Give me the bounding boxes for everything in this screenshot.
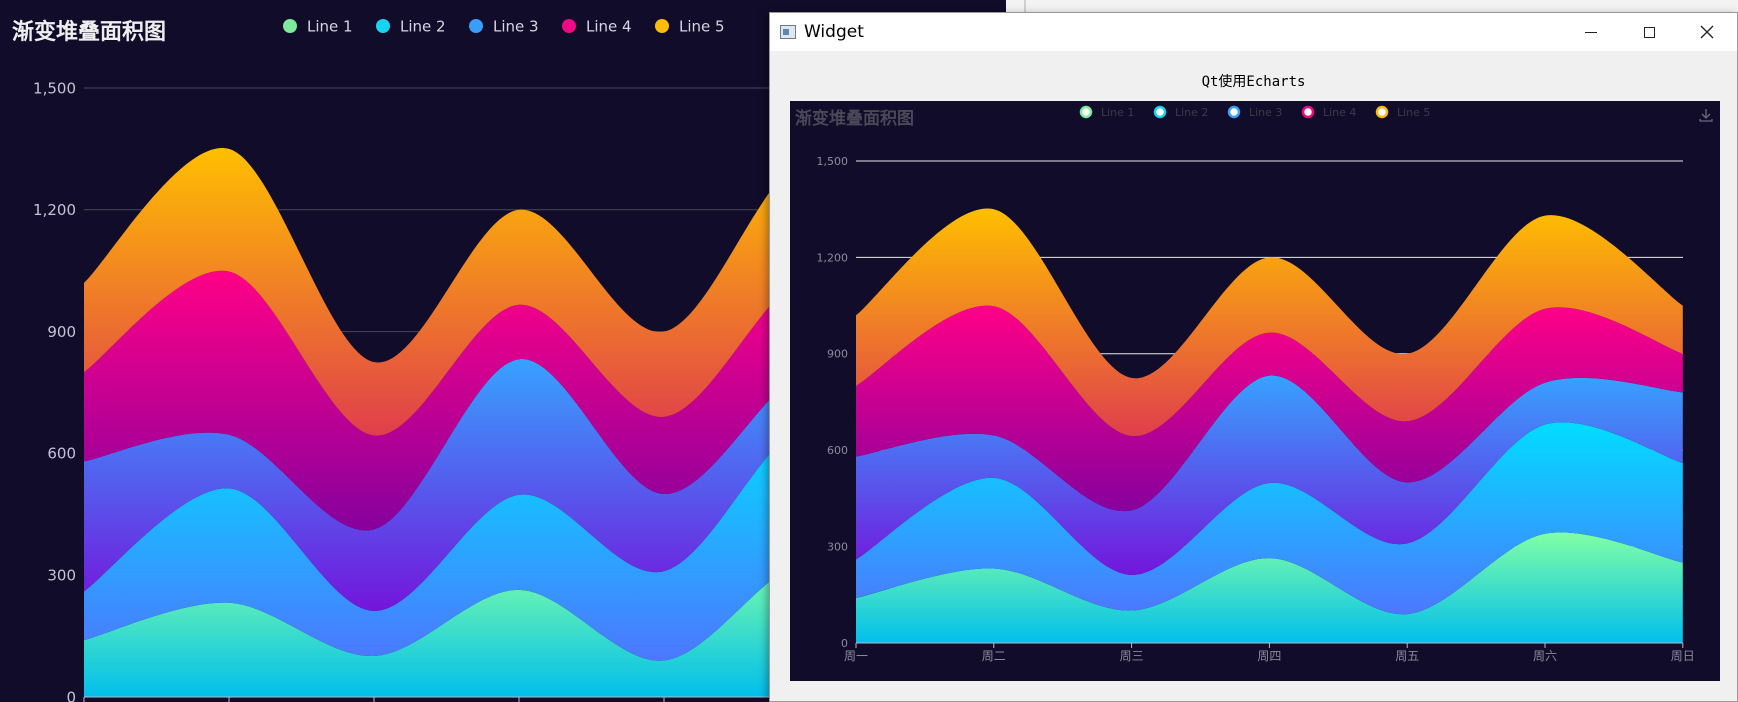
legend-label[interactable]: Line 5	[679, 17, 725, 35]
minimize-icon	[1585, 31, 1597, 33]
legend-label[interactable]: Line 1	[1101, 106, 1134, 119]
legend-label[interactable]: Line 3	[1249, 106, 1282, 119]
minimize-button[interactable]	[1562, 13, 1620, 51]
legend-marker[interactable]	[655, 19, 669, 33]
title-bar[interactable]: Widget	[770, 13, 1737, 51]
desktop-divider	[1024, 0, 1026, 12]
download-icon[interactable]	[1698, 107, 1714, 123]
x-tick-label: 周四	[1257, 649, 1281, 663]
legend-label[interactable]: Line 4	[586, 17, 632, 35]
y-tick-label: 300	[47, 566, 76, 584]
inner-chart[interactable]: 0 300 600 900 1,200 1,500 周一 周二 周三 周四 周五 周六 周日 Line 1…	[790, 101, 1720, 681]
legend-marker[interactable]	[1079, 105, 1093, 119]
app-window-icon	[780, 25, 796, 39]
y-tick-label: 300	[827, 540, 848, 553]
legend-label[interactable]: Line 5	[1397, 106, 1430, 119]
echarts-webview[interactable]: 0 300 600 900 1,200 1,500 周一 周二 周三 周四 周五 周六 周日 Line 1…	[790, 101, 1720, 681]
legend-label[interactable]: Line 3	[493, 17, 539, 35]
y-tick-label: 1,200	[817, 251, 849, 264]
y-tick-label: 900	[827, 348, 848, 361]
x-tick-label: 周三	[1120, 649, 1144, 663]
y-tick-label: 0	[66, 688, 76, 702]
legend-label[interactable]: Line 2	[1175, 106, 1208, 119]
x-tick-label: 周二	[982, 649, 1006, 663]
qt-echarts-label: Qt使用Echarts	[1201, 74, 1306, 90]
y-tick-label: 600	[827, 444, 848, 457]
legend-marker[interactable]	[283, 19, 297, 33]
x-tick-label: 周一	[844, 649, 868, 663]
legend-marker[interactable]	[1301, 105, 1315, 119]
legend-marker[interactable]	[1227, 105, 1241, 119]
legend-marker[interactable]	[376, 19, 390, 33]
close-icon	[1700, 25, 1714, 39]
desktop-strip	[1006, 0, 1738, 12]
x-tick-label: 周六	[1533, 649, 1557, 663]
y-tick-label: 1,500	[817, 155, 849, 168]
y-tick-label: 0	[841, 637, 848, 650]
legend-marker[interactable]	[1153, 105, 1167, 119]
x-tick-label: 周五	[1395, 649, 1419, 663]
window-title: Widget	[804, 22, 864, 42]
maximize-button[interactable]	[1620, 13, 1678, 51]
x-tick-label: 周日	[1671, 649, 1695, 663]
close-button[interactable]	[1678, 13, 1736, 51]
legend-label[interactable]: Line 1	[307, 17, 353, 35]
legend-label[interactable]: Line 2	[400, 17, 446, 35]
y-tick-label: 600	[47, 445, 76, 463]
legend-marker[interactable]	[469, 19, 483, 33]
widget-window: Widget Qt使用Echarts 0 300 600 900 1,200 1,500 周…	[769, 12, 1738, 702]
inner-chart-title: 渐变堆叠面积图	[795, 109, 914, 129]
y-tick-label: 900	[47, 323, 76, 341]
legend-marker[interactable]	[1375, 105, 1389, 119]
legend-marker[interactable]	[562, 19, 576, 33]
legend-label[interactable]: Line 4	[1323, 106, 1356, 119]
y-tick-label: 1,200	[33, 201, 76, 219]
y-tick-label: 1,500	[33, 79, 76, 97]
background-chart-title: 渐变堆叠面积图	[12, 20, 167, 45]
maximize-icon	[1643, 26, 1655, 38]
